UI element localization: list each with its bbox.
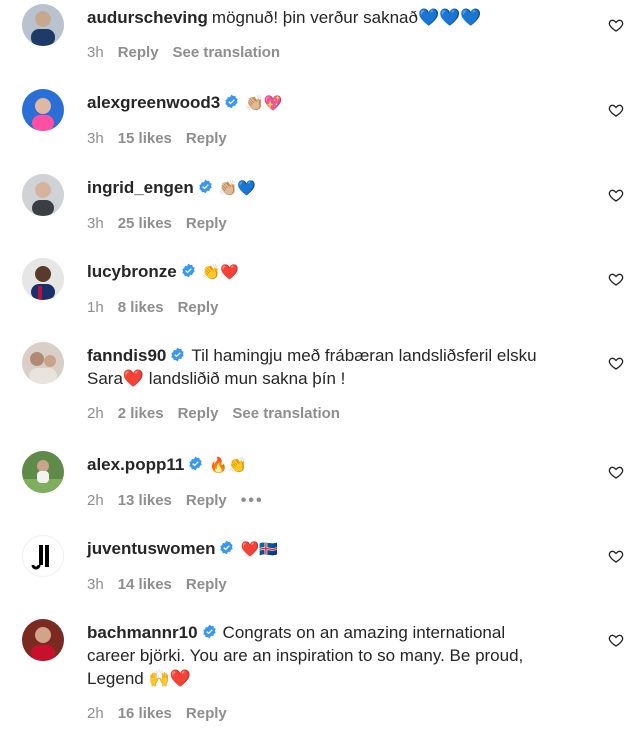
likes-count[interactable]: 14 likes bbox=[118, 576, 172, 593]
comment-username[interactable]: alex.popp11 bbox=[87, 455, 184, 474]
like-heart-icon[interactable] bbox=[608, 548, 624, 564]
comment-time[interactable]: 1h bbox=[87, 299, 104, 316]
comment-text-line2: career björki. You are an inspiration to… bbox=[87, 646, 524, 665]
comment-meta: 3h 14 likes Reply bbox=[87, 575, 592, 595]
comment-text-line2: Sara❤️ landsliðið mun sakna þín ! bbox=[87, 369, 346, 388]
like-heart-icon[interactable] bbox=[608, 187, 624, 203]
comment-text-line1: Til hamingju með frábæran landsliðsferil… bbox=[191, 346, 537, 365]
comment-text: 👏❤️ bbox=[201, 263, 240, 281]
comment-time[interactable]: 3h bbox=[87, 130, 104, 147]
comment-username[interactable]: bachmannr10 bbox=[87, 623, 198, 642]
comment-meta: 2h 2 likes Reply See translation bbox=[87, 404, 592, 424]
comment-time[interactable]: 2h bbox=[87, 492, 104, 509]
like-heart-icon[interactable] bbox=[608, 632, 624, 648]
verified-badge-icon bbox=[219, 540, 234, 555]
likes-count[interactable]: 25 likes bbox=[118, 215, 172, 232]
reply-button[interactable]: Reply bbox=[118, 44, 159, 61]
reply-button[interactable]: Reply bbox=[178, 299, 219, 316]
comment-username[interactable]: alexgreenwood3 bbox=[87, 93, 220, 112]
comment-text: 👏🏼💖 bbox=[245, 94, 283, 112]
verified-badge-icon bbox=[181, 263, 196, 278]
likes-count[interactable]: 8 likes bbox=[118, 299, 164, 316]
comment-username[interactable]: lucybronze bbox=[87, 262, 177, 281]
comment-username[interactable]: fanndis90 bbox=[87, 346, 166, 365]
comment-meta: 1h 8 likes Reply bbox=[87, 298, 592, 318]
like-heart-icon[interactable] bbox=[608, 17, 624, 33]
verified-badge-icon bbox=[198, 179, 213, 194]
likes-count[interactable]: 16 likes bbox=[118, 705, 172, 722]
comment-meta: 2h 13 likes Reply ••• bbox=[87, 491, 592, 511]
avatar[interactable] bbox=[22, 89, 64, 131]
comment-username[interactable]: audurscheving bbox=[87, 8, 208, 27]
comment-text-line3: Legend 🙌❤️ bbox=[87, 669, 191, 688]
likes-count[interactable]: 13 likes bbox=[118, 492, 172, 509]
see-translation-button[interactable]: See translation bbox=[232, 405, 340, 422]
comment-meta: 2h 16 likes Reply bbox=[87, 704, 592, 724]
comment-username[interactable]: ingrid_engen bbox=[87, 178, 194, 197]
comment-text: mögnuð! þin verður saknað💙💙💙 bbox=[211, 8, 482, 27]
comment-time[interactable]: 3h bbox=[87, 215, 104, 232]
avatar[interactable] bbox=[22, 4, 64, 46]
likes-count[interactable]: 15 likes bbox=[118, 130, 172, 147]
like-heart-icon[interactable] bbox=[608, 464, 624, 480]
like-heart-icon[interactable] bbox=[608, 271, 624, 287]
reply-button[interactable]: Reply bbox=[186, 492, 227, 509]
likes-count[interactable]: 2 likes bbox=[118, 405, 164, 422]
comment-text: 🔥👏 bbox=[209, 456, 247, 474]
like-heart-icon[interactable] bbox=[608, 355, 624, 371]
comment-meta: 3h Reply See translation bbox=[87, 43, 592, 63]
avatar[interactable] bbox=[22, 451, 64, 493]
verified-badge-icon bbox=[202, 624, 217, 639]
comment-text: ❤️🇮🇸 bbox=[240, 540, 278, 558]
comment-meta: 3h 15 likes Reply bbox=[87, 129, 592, 149]
reply-button[interactable]: Reply bbox=[178, 405, 219, 422]
verified-badge-icon bbox=[224, 94, 239, 109]
comment-username[interactable]: juventuswomen bbox=[87, 539, 215, 558]
comment-list: audurscheving mögnuð! þin verður saknað💙💙… bbox=[0, 0, 640, 734]
comment-time[interactable]: 2h bbox=[87, 405, 104, 422]
like-heart-icon[interactable] bbox=[608, 102, 624, 118]
comment-time[interactable]: 3h bbox=[87, 44, 104, 61]
comment-time[interactable]: 3h bbox=[87, 576, 104, 593]
reply-button[interactable]: Reply bbox=[186, 130, 227, 147]
avatar[interactable] bbox=[22, 342, 64, 384]
reply-button[interactable]: Reply bbox=[186, 705, 227, 722]
reply-button[interactable]: Reply bbox=[186, 576, 227, 593]
verified-badge-icon bbox=[188, 456, 203, 471]
verified-badge-icon bbox=[170, 347, 185, 362]
avatar[interactable] bbox=[22, 535, 64, 577]
comment-text: 👏🏼💙 bbox=[218, 179, 257, 197]
see-translation-button[interactable]: See translation bbox=[173, 44, 281, 61]
comment-text-line1: Congrats on an amazing international bbox=[222, 623, 506, 642]
comment-time[interactable]: 2h bbox=[87, 705, 104, 722]
reply-button[interactable]: Reply bbox=[186, 215, 227, 232]
avatar[interactable] bbox=[22, 619, 64, 661]
avatar[interactable] bbox=[22, 174, 64, 216]
more-horizontal-icon[interactable]: ••• bbox=[241, 492, 264, 509]
comment-meta: 3h 25 likes Reply bbox=[87, 214, 592, 234]
avatar[interactable] bbox=[22, 258, 64, 300]
